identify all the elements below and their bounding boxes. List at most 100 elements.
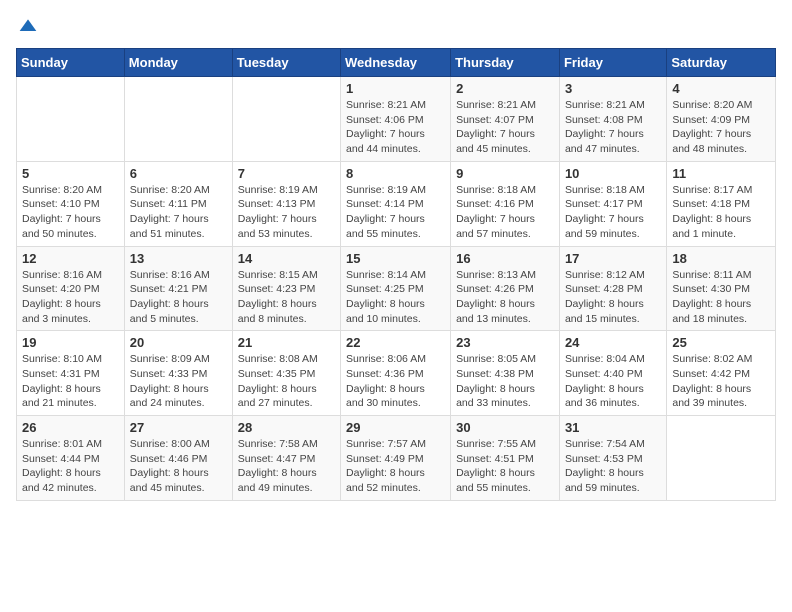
day-number: 14 [238, 251, 335, 266]
day-number: 9 [456, 166, 554, 181]
calendar-cell-0-1 [124, 77, 232, 162]
calendar-week-3: 19Sunrise: 8:10 AM Sunset: 4:31 PM Dayli… [17, 331, 776, 416]
day-number: 30 [456, 420, 554, 435]
day-info: Sunrise: 8:14 AM Sunset: 4:25 PM Dayligh… [346, 268, 445, 327]
day-number: 28 [238, 420, 335, 435]
day-info: Sunrise: 8:04 AM Sunset: 4:40 PM Dayligh… [565, 352, 661, 411]
day-info: Sunrise: 8:15 AM Sunset: 4:23 PM Dayligh… [238, 268, 335, 327]
day-number: 18 [672, 251, 770, 266]
day-number: 20 [130, 335, 227, 350]
day-number: 26 [22, 420, 119, 435]
day-info: Sunrise: 7:57 AM Sunset: 4:49 PM Dayligh… [346, 437, 445, 496]
calendar-cell-1-1: 6 Sunrise: 8:20 AM Sunset: 4:11 PM Daylig… [124, 161, 232, 246]
column-header-wednesday: Wednesday [341, 49, 451, 77]
day-number: 11 [672, 166, 770, 181]
calendar-cell-4-6 [667, 416, 776, 501]
calendar-cell-1-0: 5 Sunrise: 8:20 AM Sunset: 4:10 PM Daylig… [17, 161, 125, 246]
calendar-cell-2-4: 16Sunrise: 8:13 AM Sunset: 4:26 PM Dayli… [451, 246, 560, 331]
day-number: 16 [456, 251, 554, 266]
day-info: Sunrise: 8:12 AM Sunset: 4:28 PM Dayligh… [565, 268, 661, 327]
day-number: 25 [672, 335, 770, 350]
day-number: 5 [22, 166, 119, 181]
page-header [16, 16, 776, 36]
calendar-cell-2-6: 18Sunrise: 8:11 AM Sunset: 4:30 PM Dayli… [667, 246, 776, 331]
day-info: Sunrise: 8:20 AM Sunset: 4:11 PM Dayligh… [130, 183, 227, 242]
calendar-cell-0-4: 2 Sunrise: 8:21 AM Sunset: 4:07 PM Daylig… [451, 77, 560, 162]
calendar-cell-1-6: 11 Sunrise: 8:17 AM Sunset: 4:18 PM Dayli… [667, 161, 776, 246]
logo [16, 16, 38, 36]
day-info: Sunrise: 8:20 AM Sunset: 4:09 PM Dayligh… [672, 98, 770, 157]
day-number: 29 [346, 420, 445, 435]
calendar-cell-2-5: 17 Sunrise: 8:12 AM Sunset: 4:28 PM Dayli… [559, 246, 666, 331]
day-info: Sunrise: 7:54 AM Sunset: 4:53 PM Dayligh… [565, 437, 661, 496]
day-number: 10 [565, 166, 661, 181]
day-info: Sunrise: 8:19 AM Sunset: 4:13 PM Dayligh… [238, 183, 335, 242]
day-number: 6 [130, 166, 227, 181]
calendar-cell-1-5: 10 Sunrise: 8:18 AM Sunset: 4:17 PM Dayli… [559, 161, 666, 246]
calendar-cell-0-0 [17, 77, 125, 162]
calendar-cell-3-5: 24 Sunrise: 8:04 AM Sunset: 4:40 PM Dayli… [559, 331, 666, 416]
day-info: Sunrise: 8:02 AM Sunset: 4:42 PM Dayligh… [672, 352, 770, 411]
calendar-header-row: SundayMondayTuesdayWednesdayThursdayFrid… [17, 49, 776, 77]
day-info: Sunrise: 8:17 AM Sunset: 4:18 PM Dayligh… [672, 183, 770, 242]
day-number: 13 [130, 251, 227, 266]
calendar-cell-3-6: 25 Sunrise: 8:02 AM Sunset: 4:42 PM Dayli… [667, 331, 776, 416]
day-info: Sunrise: 8:18 AM Sunset: 4:17 PM Dayligh… [565, 183, 661, 242]
day-info: Sunrise: 8:08 AM Sunset: 4:35 PM Dayligh… [238, 352, 335, 411]
day-number: 2 [456, 81, 554, 96]
day-number: 3 [565, 81, 661, 96]
day-info: Sunrise: 8:21 AM Sunset: 4:08 PM Dayligh… [565, 98, 661, 157]
calendar-cell-2-2: 14 Sunrise: 8:15 AM Sunset: 4:23 PM Dayli… [232, 246, 340, 331]
day-info: Sunrise: 8:09 AM Sunset: 4:33 PM Dayligh… [130, 352, 227, 411]
day-info: Sunrise: 8:00 AM Sunset: 4:46 PM Dayligh… [130, 437, 227, 496]
calendar-cell-4-1: 27 Sunrise: 8:00 AM Sunset: 4:46 PM Dayli… [124, 416, 232, 501]
day-info: Sunrise: 8:01 AM Sunset: 4:44 PM Dayligh… [22, 437, 119, 496]
calendar-cell-2-1: 13 Sunrise: 8:16 AM Sunset: 4:21 PM Dayli… [124, 246, 232, 331]
day-info: Sunrise: 8:21 AM Sunset: 4:06 PM Dayligh… [346, 98, 445, 157]
day-info: Sunrise: 8:16 AM Sunset: 4:20 PM Dayligh… [22, 268, 119, 327]
day-info: Sunrise: 8:20 AM Sunset: 4:10 PM Dayligh… [22, 183, 119, 242]
calendar-cell-1-3: 8 Sunrise: 8:19 AM Sunset: 4:14 PM Daylig… [341, 161, 451, 246]
column-header-thursday: Thursday [451, 49, 560, 77]
calendar-cell-3-2: 21 Sunrise: 8:08 AM Sunset: 4:35 PM Dayli… [232, 331, 340, 416]
day-info: Sunrise: 8:18 AM Sunset: 4:16 PM Dayligh… [456, 183, 554, 242]
calendar-cell-4-4: 30 Sunrise: 7:55 AM Sunset: 4:51 PM Dayli… [451, 416, 560, 501]
day-info: Sunrise: 8:19 AM Sunset: 4:14 PM Dayligh… [346, 183, 445, 242]
day-number: 7 [238, 166, 335, 181]
day-number: 8 [346, 166, 445, 181]
day-info: Sunrise: 8:21 AM Sunset: 4:07 PM Dayligh… [456, 98, 554, 157]
calendar-cell-2-3: 15 Sunrise: 8:14 AM Sunset: 4:25 PM Dayli… [341, 246, 451, 331]
day-number: 15 [346, 251, 445, 266]
column-header-monday: Monday [124, 49, 232, 77]
calendar-cell-4-5: 31Sunrise: 7:54 AM Sunset: 4:53 PM Dayli… [559, 416, 666, 501]
calendar-cell-3-1: 20 Sunrise: 8:09 AM Sunset: 4:33 PM Dayli… [124, 331, 232, 416]
calendar-cell-3-4: 23 Sunrise: 8:05 AM Sunset: 4:38 PM Dayli… [451, 331, 560, 416]
calendar-cell-1-2: 7 Sunrise: 8:19 AM Sunset: 4:13 PM Daylig… [232, 161, 340, 246]
day-number: 1 [346, 81, 445, 96]
calendar-week-1: 5 Sunrise: 8:20 AM Sunset: 4:10 PM Daylig… [17, 161, 776, 246]
day-number: 22 [346, 335, 445, 350]
calendar-cell-0-5: 3 Sunrise: 8:21 AM Sunset: 4:08 PM Daylig… [559, 77, 666, 162]
day-number: 21 [238, 335, 335, 350]
calendar-cell-3-3: 22 Sunrise: 8:06 AM Sunset: 4:36 PM Dayli… [341, 331, 451, 416]
day-info: Sunrise: 8:05 AM Sunset: 4:38 PM Dayligh… [456, 352, 554, 411]
day-number: 23 [456, 335, 554, 350]
calendar-cell-4-2: 28 Sunrise: 7:58 AM Sunset: 4:47 PM Dayli… [232, 416, 340, 501]
day-number: 19 [22, 335, 119, 350]
day-info: Sunrise: 8:16 AM Sunset: 4:21 PM Dayligh… [130, 268, 227, 327]
column-header-saturday: Saturday [667, 49, 776, 77]
day-info: Sunrise: 7:55 AM Sunset: 4:51 PM Dayligh… [456, 437, 554, 496]
column-header-sunday: Sunday [17, 49, 125, 77]
calendar-cell-0-6: 4Sunrise: 8:20 AM Sunset: 4:09 PM Daylig… [667, 77, 776, 162]
calendar-cell-1-4: 9 Sunrise: 8:18 AM Sunset: 4:16 PM Daylig… [451, 161, 560, 246]
day-number: 27 [130, 420, 227, 435]
day-number: 24 [565, 335, 661, 350]
day-number: 12 [22, 251, 119, 266]
logo-icon [18, 16, 38, 36]
day-info: Sunrise: 7:58 AM Sunset: 4:47 PM Dayligh… [238, 437, 335, 496]
column-header-friday: Friday [559, 49, 666, 77]
day-info: Sunrise: 8:06 AM Sunset: 4:36 PM Dayligh… [346, 352, 445, 411]
calendar-week-0: 1 Sunrise: 8:21 AM Sunset: 4:06 PM Daylig… [17, 77, 776, 162]
day-number: 17 [565, 251, 661, 266]
calendar-cell-4-3: 29 Sunrise: 7:57 AM Sunset: 4:49 PM Dayli… [341, 416, 451, 501]
